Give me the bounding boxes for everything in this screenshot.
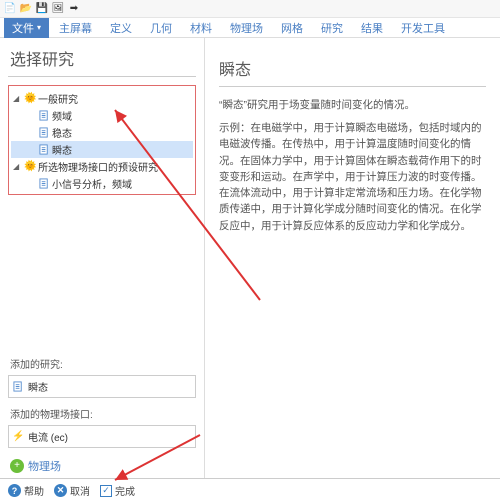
folder-icon: 🌞 <box>25 161 36 172</box>
doc-icon <box>13 381 24 392</box>
menu-geom[interactable]: 几何 <box>142 18 180 38</box>
added-iface-label: 添加的物理场接口: <box>0 404 204 423</box>
menu-dev[interactable]: 开发工具 <box>393 18 453 38</box>
tree-label: 所选物理场接口的预设研究 <box>38 159 158 174</box>
tree-label: 瞬态 <box>52 142 72 157</box>
done-label: 完成 <box>115 483 135 498</box>
right-title: 瞬态 <box>219 48 486 86</box>
save-icon[interactable]: 💾 <box>36 3 48 15</box>
cancel-icon: ✕ <box>54 484 67 497</box>
tree-group-preset[interactable]: ◢ 🌞 所选物理场接口的预设研究 <box>11 158 193 175</box>
menu-phys[interactable]: 物理场 <box>222 18 271 38</box>
menu-mat[interactable]: 材料 <box>182 18 220 38</box>
menu-mesh[interactable]: 网格 <box>273 18 311 38</box>
doc-icon <box>39 178 50 189</box>
menu-result[interactable]: 结果 <box>353 18 391 38</box>
cancel-label: 取消 <box>70 483 90 498</box>
right-pane: 瞬态 “瞬态”研究用于场变量随时间变化的情况。 示例：在电磁学中，用于计算瞬态电… <box>205 38 500 478</box>
new-icon[interactable]: 📄 <box>4 3 16 15</box>
physics-button[interactable]: + 物理场 <box>10 458 194 474</box>
added-iface-text: 电流 (ec) <box>28 429 68 444</box>
added-study-box: 瞬态 <box>8 375 196 398</box>
help-button[interactable]: ? 帮助 <box>8 483 44 498</box>
menu-home[interactable]: 主屏幕 <box>51 18 100 38</box>
added-study-label: 添加的研究: <box>0 354 204 373</box>
tree-label: 频域 <box>52 108 72 123</box>
left-pane: 选择研究 ◢ 🌞 一般研究 频域 稳态 瞬态 ◢ 🌞 <box>0 38 205 478</box>
tree-label: 稳态 <box>52 125 72 140</box>
added-study-item: 瞬态 <box>13 379 191 394</box>
menu-study[interactable]: 研究 <box>313 18 351 38</box>
doc-icon <box>39 110 50 121</box>
added-iface-item: ⚡ 电流 (ec) <box>13 429 191 444</box>
tree-item-sweep[interactable]: 稳态源扫描 <box>11 192 193 195</box>
tree-label: 小信号分析，频域 <box>52 176 132 191</box>
expander-icon[interactable]: ◢ <box>13 94 23 103</box>
tree-item-freq[interactable]: 频域 <box>11 107 193 124</box>
tree-item-transient[interactable]: 瞬态 <box>11 141 193 158</box>
check-icon: ✓ <box>100 485 112 497</box>
doc-icon <box>39 127 50 138</box>
bottom-bar: ? 帮助 ✕ 取消 ✓ 完成 <box>0 478 500 502</box>
description-summary: “瞬态”研究用于场变量随时间变化的情况。 <box>219 97 486 112</box>
open-icon[interactable]: 📂 <box>20 3 32 15</box>
folder-icon: 🌞 <box>25 93 36 104</box>
tree-item-steady[interactable]: 稳态 <box>11 124 193 141</box>
study-select-title: 选择研究 <box>0 38 204 76</box>
doc-icon <box>39 144 50 155</box>
quick-access-toolbar: 📄 📂 💾 🖼 ➡ <box>0 0 500 18</box>
tree-item-smallsignal[interactable]: 小信号分析，频域 <box>11 175 193 192</box>
study-tree[interactable]: ◢ 🌞 一般研究 频域 稳态 瞬态 ◢ 🌞 所选物理场接口的预设研究 <box>8 85 196 195</box>
added-study-text: 瞬态 <box>28 379 48 394</box>
menubar: 文件 主屏幕 定义 几何 材料 物理场 网格 研究 结果 开发工具 <box>0 18 500 38</box>
menu-def[interactable]: 定义 <box>102 18 140 38</box>
file-menu-button[interactable]: 文件 <box>4 18 49 38</box>
description-body: 示例：在电磁学中，用于计算瞬态电磁场，包括时域内的电磁波传播。在传热中，用于计算… <box>219 120 486 234</box>
help-label: 帮助 <box>24 483 44 498</box>
tree-group-general[interactable]: ◢ 🌞 一般研究 <box>11 90 193 107</box>
tree-label: 稳态源扫描 <box>52 193 102 195</box>
cancel-button[interactable]: ✕ 取消 <box>54 483 90 498</box>
physics-icon: ⚡ <box>13 431 24 442</box>
added-iface-box: ⚡ 电流 (ec) <box>8 425 196 448</box>
physics-button-label: 物理场 <box>28 458 61 474</box>
arrow-icon[interactable]: ➡ <box>68 3 80 15</box>
help-icon: ? <box>8 484 21 497</box>
tree-label: 一般研究 <box>38 91 78 106</box>
image-icon[interactable]: 🖼 <box>52 3 64 15</box>
expander-icon[interactable]: ◢ <box>13 162 23 171</box>
done-button[interactable]: ✓ 完成 <box>100 483 135 498</box>
plus-icon: + <box>10 459 24 473</box>
